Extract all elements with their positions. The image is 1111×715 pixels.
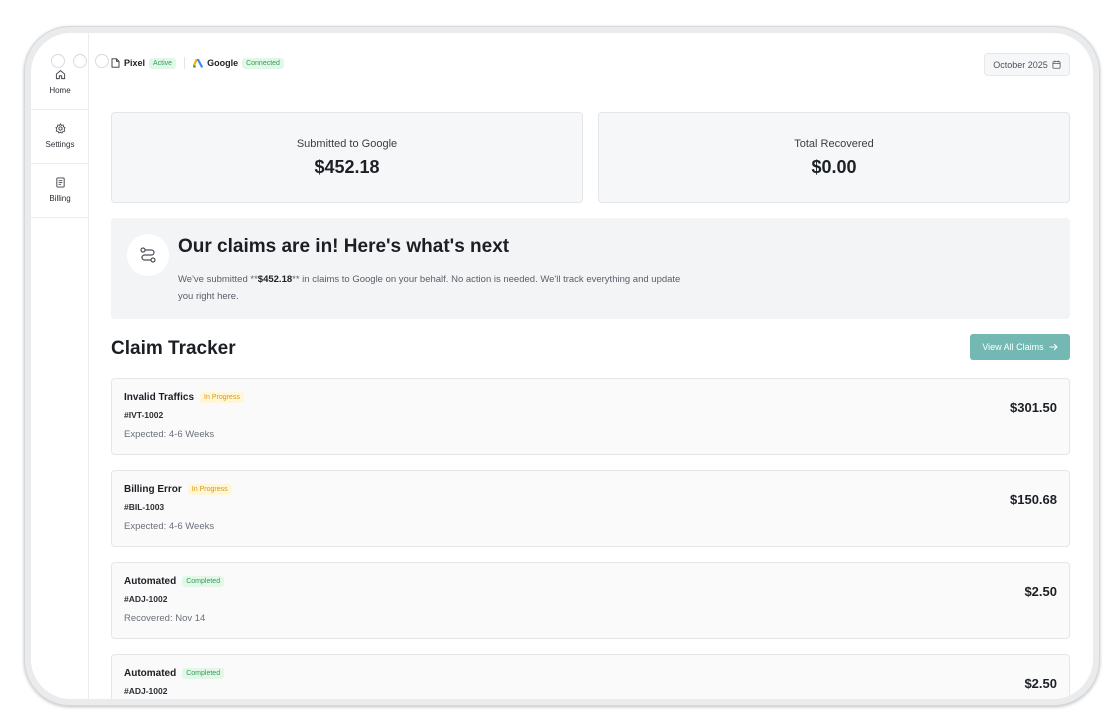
document-icon [55,177,65,188]
device-frame: Home Settings Billing Pixel Active Googl… [24,26,1100,706]
view-all-claims-button[interactable]: View All Claims [970,334,1070,360]
sidebar-item-label: Settings [45,140,75,149]
claim-card[interactable]: Invalid Traffics In Progress #IVT-1002 E… [111,378,1070,455]
claim-title: Billing Error In Progress [124,484,232,495]
route-icon [127,234,169,276]
claim-note: Expected: 4-6 Weeks [124,521,215,532]
claim-id: #ADJ-1002 [124,594,168,604]
integration-status-bar: Pixel Active Google Connected [111,57,284,69]
view-all-label: View All Claims [982,342,1044,352]
recovered-value: $0.00 [811,156,857,177]
claim-card[interactable]: Automated Completed #ADJ-1002 $2.50 [111,654,1070,699]
claim-name: Billing Error [124,484,182,495]
claim-id: #ADJ-1002 [124,686,168,696]
submitted-value: $452.18 [314,156,380,177]
status-badge: Completed [182,668,225,679]
pixel-label: Pixel [124,58,146,68]
claim-card[interactable]: Automated Completed #ADJ-1002 Recovered:… [111,562,1070,639]
route-icon-glyph [140,247,156,263]
pixel-status[interactable]: Pixel Active [111,57,177,69]
sidebar-item-label: Billing [49,194,71,203]
window-minimize-button[interactable] [73,54,87,68]
claim-title: Invalid Traffics In Progress [124,392,244,403]
claim-id: #IVT-1002 [124,410,164,420]
claim-amount: $301.50 [1010,400,1057,415]
submitted-label: Submitted to Google [296,137,398,150]
claim-name: Automated [124,668,177,679]
claim-name: Automated [124,576,177,587]
claim-title: Automated Completed [124,668,225,679]
gear-icon [54,123,66,134]
sidebar-divider [31,109,89,110]
google-label: Google [207,58,239,68]
window-close-button[interactable] [51,54,65,68]
divider [184,57,186,69]
recovered-label: Total Recovered [794,137,874,150]
sidebar: Home Settings Billing [31,33,89,699]
recovered-card: Total Recovered $0.00 [598,112,1070,203]
claim-amount: $150.68 [1010,492,1057,507]
claim-amount: $2.50 [1024,584,1057,599]
window-controls [51,54,109,68]
notice-amount: $452.18 [257,274,293,285]
window-maximize-button[interactable] [95,54,109,68]
google-status-badge: Connected [242,57,284,69]
arrow-right-icon [1049,343,1058,351]
claim-name: Invalid Traffics [124,392,195,403]
notice-body-prefix: We've submitted ** [178,274,258,285]
month-selector[interactable]: October 2025 [984,53,1070,76]
sidebar-item-settings[interactable]: Settings [31,123,89,149]
file-icon [111,58,120,68]
claims-notice: Our claims are in! Here's what's next We… [111,218,1070,319]
sidebar-divider [31,163,89,164]
claim-id: #BIL-1003 [124,502,165,512]
notice-body: We've submitted **$452.18** in claims to… [178,271,698,305]
claim-note: Recovered: Nov 14 [124,613,206,624]
calendar-icon [1052,60,1061,69]
status-badge: In Progress [200,392,244,403]
submitted-card: Submitted to Google $452.18 [111,112,583,203]
notice-title: Our claims are in! Here's what's next [178,236,510,257]
claim-note: Expected: 4-6 Weeks [124,429,215,440]
app-screen: Home Settings Billing Pixel Active Googl… [31,33,1093,699]
status-badge: In Progress [187,484,232,495]
status-badge: Completed [182,576,225,587]
month-label: October 2025 [993,59,1048,70]
pixel-status-badge: Active [149,57,177,69]
sidebar-item-billing[interactable]: Billing [31,177,89,203]
claim-title: Automated Completed [124,576,225,587]
sidebar-item-home[interactable]: Home [31,69,89,95]
claim-amount: $2.50 [1024,676,1057,691]
google-status[interactable]: Google Connected [193,57,284,69]
claim-tracker-title: Claim Tracker [111,338,236,359]
sidebar-item-label: Home [49,86,71,95]
sidebar-divider [31,217,89,218]
claim-card[interactable]: Billing Error In Progress #BIL-1003 Expe… [111,470,1070,547]
google-ads-logo-icon [193,58,203,68]
home-icon [55,70,65,80]
